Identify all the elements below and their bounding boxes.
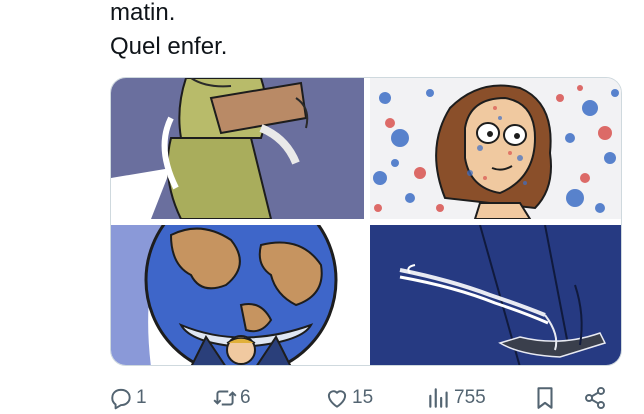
retweet-button[interactable]: 6 bbox=[212, 383, 251, 413]
like-count: 15 bbox=[352, 387, 374, 408]
media-image-1[interactable] bbox=[111, 78, 364, 219]
heart-icon bbox=[327, 390, 347, 408]
share-icon bbox=[585, 386, 605, 410]
tweet-action-bar: 1 6 15 755 bbox=[108, 383, 618, 413]
views-count: 755 bbox=[454, 387, 486, 408]
media-image-3[interactable] bbox=[111, 225, 364, 365]
bookmark-icon bbox=[537, 387, 553, 409]
tweet-text: matin. Quel enfer. bbox=[110, 0, 610, 64]
views-icon bbox=[429, 388, 448, 408]
media-image-4[interactable] bbox=[370, 225, 621, 365]
bookmark-button[interactable] bbox=[532, 383, 558, 413]
like-button[interactable]: 15 bbox=[324, 383, 373, 413]
views-button[interactable]: 755 bbox=[426, 383, 486, 413]
retweet-count: 6 bbox=[240, 387, 251, 408]
retweet-icon bbox=[213, 390, 237, 406]
share-button[interactable] bbox=[582, 383, 608, 413]
media-grid bbox=[110, 77, 622, 366]
tweet-text-line: matin. bbox=[110, 0, 176, 26]
media-image-2[interactable] bbox=[370, 78, 621, 219]
reply-count: 1 bbox=[136, 387, 147, 408]
reply-icon bbox=[111, 388, 131, 410]
tweet-container: matin. Quel enfer. 1 6 15 755 bbox=[0, 0, 644, 414]
reply-button[interactable]: 1 bbox=[108, 383, 147, 413]
tweet-text-line: Quel enfer. bbox=[110, 33, 228, 60]
